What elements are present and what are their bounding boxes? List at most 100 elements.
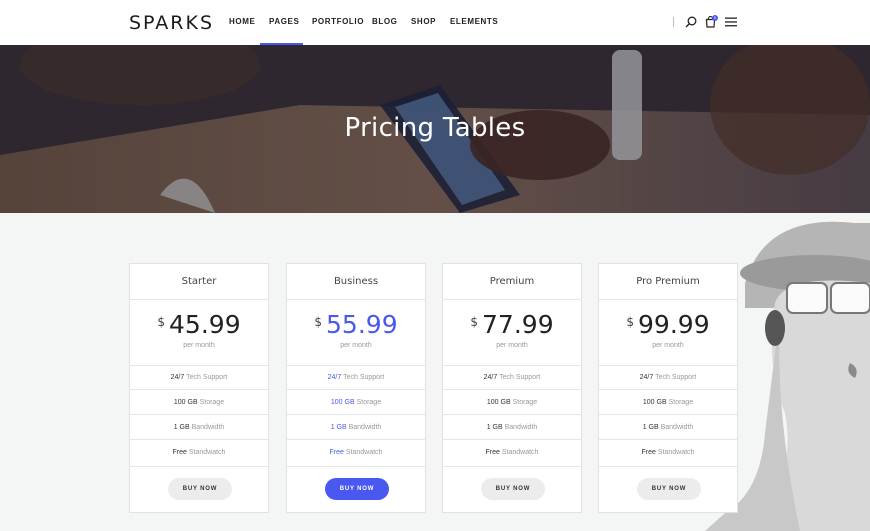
card-divider <box>599 365 737 366</box>
feature-label: Storage <box>512 399 538 406</box>
buy-now-button[interactable]: BUY NOW <box>481 478 545 500</box>
plan-feature: 1 GB Bandwidth <box>130 424 268 431</box>
feature-label: Bandwidth <box>660 424 694 431</box>
feature-value: Free <box>641 449 656 456</box>
feature-label: Bandwidth <box>504 424 538 431</box>
feature-label: Storage <box>356 399 382 406</box>
plan-price: $55.99 <box>287 310 425 339</box>
plan-name: Business <box>333 276 379 287</box>
menu-icon[interactable] <box>725 17 737 27</box>
card-divider <box>130 439 268 440</box>
card-divider <box>443 389 581 390</box>
currency-symbol: $ <box>314 315 323 329</box>
plan-feature: 24/7 Tech Support <box>599 374 737 381</box>
feature-value: Free <box>329 449 344 456</box>
feature-label: Tech Support <box>343 374 385 381</box>
plan-feature: Free Standwatch <box>599 449 737 456</box>
feature-label: Tech Support <box>186 374 228 381</box>
price-period: per month <box>340 342 372 349</box>
plan-price: $45.99 <box>130 310 268 339</box>
nav-portfolio[interactable]: PORTFOLIO <box>312 17 364 26</box>
card-divider <box>599 299 737 300</box>
feature-label: Standwatch <box>501 449 539 456</box>
feature-value: Free <box>172 449 187 456</box>
site-header: SPARKS HOME PAGES PORTFOLIO BLOG SHOP EL… <box>0 0 870 45</box>
card-divider <box>287 365 425 366</box>
feature-value: 100 GB <box>642 399 667 406</box>
pricing-card: Starter $45.99 per month 24/7 Tech Suppor… <box>129 263 269 513</box>
plan-feature: Free Standwatch <box>130 449 268 456</box>
card-divider <box>287 439 425 440</box>
plan-feature: 24/7 Tech Support <box>130 374 268 381</box>
hero-banner: Pricing Tables <box>0 45 870 213</box>
card-divider <box>599 466 737 467</box>
card-divider <box>443 414 581 415</box>
feature-label: Storage <box>668 399 694 406</box>
price-amount: 55.99 <box>326 310 398 339</box>
nav-pages[interactable]: PAGES <box>269 17 299 26</box>
plan-feature: Free Standwatch <box>443 449 581 456</box>
feature-label: Tech Support <box>499 374 541 381</box>
plan-feature: 100 GB Storage <box>599 399 737 406</box>
cart-count-badge: 0 <box>712 15 718 21</box>
plan-name: Starter <box>181 276 217 287</box>
feature-value: 1 GB <box>173 424 190 431</box>
plan-price: $99.99 <box>599 310 737 339</box>
feature-value: 1 GB <box>330 424 347 431</box>
price-amount: 77.99 <box>482 310 554 339</box>
card-divider <box>443 365 581 366</box>
pricing-card: Pro Premium $99.99 per month 24/7 Tech Su… <box>598 263 738 513</box>
feature-value: 100 GB <box>486 399 511 406</box>
feature-value: 24/7 <box>327 374 342 381</box>
search-icon[interactable] <box>685 16 697 28</box>
plan-feature: 1 GB Bandwidth <box>443 424 581 431</box>
feature-label: Storage <box>199 399 225 406</box>
price-period: per month <box>496 342 528 349</box>
price-amount: 45.99 <box>169 310 241 339</box>
card-divider <box>443 466 581 467</box>
card-divider <box>130 389 268 390</box>
currency-symbol: $ <box>470 315 479 329</box>
site-logo[interactable]: SPARKS <box>129 12 214 34</box>
feature-label: Bandwidth <box>348 424 382 431</box>
page-title: Pricing Tables <box>344 113 526 143</box>
card-divider <box>599 389 737 390</box>
feature-label: Standwatch <box>188 449 226 456</box>
card-divider <box>130 414 268 415</box>
card-divider <box>443 439 581 440</box>
feature-label: Bandwidth <box>191 424 225 431</box>
card-divider <box>130 299 268 300</box>
plan-feature: 1 GB Bandwidth <box>287 424 425 431</box>
plan-feature: Free Standwatch <box>287 449 425 456</box>
plan-name: Premium <box>489 276 535 287</box>
buy-now-button[interactable]: BUY NOW <box>168 478 232 500</box>
card-divider <box>287 389 425 390</box>
plan-feature: 100 GB Storage <box>130 399 268 406</box>
feature-value: 24/7 <box>639 374 654 381</box>
feature-value: 100 GB <box>330 399 355 406</box>
nav-shop[interactable]: SHOP <box>411 17 436 26</box>
pricing-card: Premium $77.99 per month 24/7 Tech Suppor… <box>442 263 582 513</box>
plan-price: $77.99 <box>443 310 581 339</box>
feature-value: Free <box>485 449 500 456</box>
buy-now-button[interactable]: BUY NOW <box>325 478 389 500</box>
card-divider <box>130 466 268 467</box>
plan-feature: 24/7 Tech Support <box>443 374 581 381</box>
feature-value: 24/7 <box>483 374 498 381</box>
card-divider <box>287 414 425 415</box>
card-divider <box>599 414 737 415</box>
card-divider <box>130 365 268 366</box>
plan-feature: 100 GB Storage <box>287 399 425 406</box>
card-divider <box>287 299 425 300</box>
currency-symbol: $ <box>157 315 166 329</box>
feature-value: 1 GB <box>486 424 503 431</box>
nav-home[interactable]: HOME <box>229 17 255 26</box>
feature-value: 1 GB <box>642 424 659 431</box>
buy-now-button[interactable]: BUY NOW <box>637 478 701 500</box>
feature-value: 100 GB <box>173 399 198 406</box>
price-period: per month <box>183 342 215 349</box>
currency-symbol: $ <box>626 315 635 329</box>
nav-blog[interactable]: BLOG <box>372 17 398 26</box>
nav-elements[interactable]: ELEMENTS <box>450 17 498 26</box>
nav-active-indicator <box>260 43 303 45</box>
